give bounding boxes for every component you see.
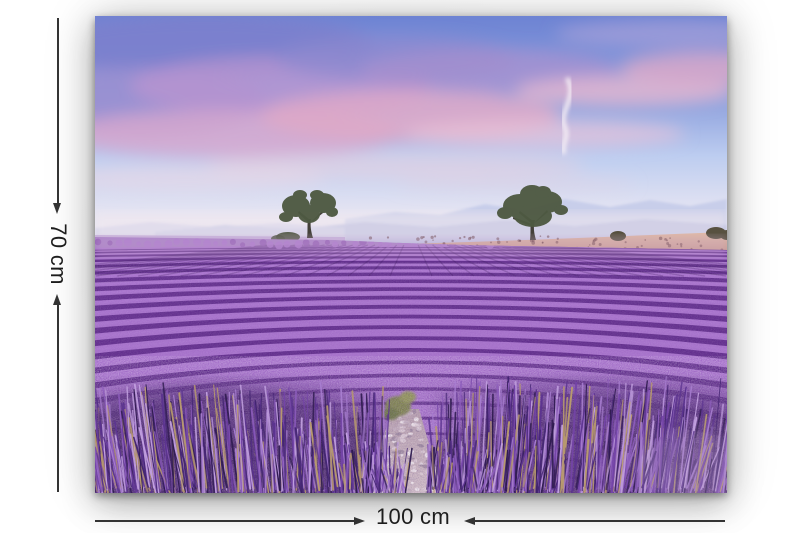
height-dimension-line-bottom [57, 305, 59, 492]
arrow-down-icon [53, 203, 61, 214]
width-dimension-line-left [95, 520, 354, 522]
foreground [95, 356, 727, 493]
height-dimension-label: 70 cm [47, 223, 69, 284]
height-dimension-line-top [57, 18, 59, 203]
product-image: 70 cm 100 cm [0, 0, 800, 533]
canvas-print[interactable] [95, 16, 727, 493]
width-dimension-label: 100 cm [376, 506, 450, 528]
lavender-field-artwork [95, 16, 727, 493]
arrow-up-icon [53, 294, 61, 305]
arrow-right-icon [354, 517, 365, 525]
arrow-left-icon [464, 517, 475, 525]
width-dimension-line-right [475, 520, 725, 522]
